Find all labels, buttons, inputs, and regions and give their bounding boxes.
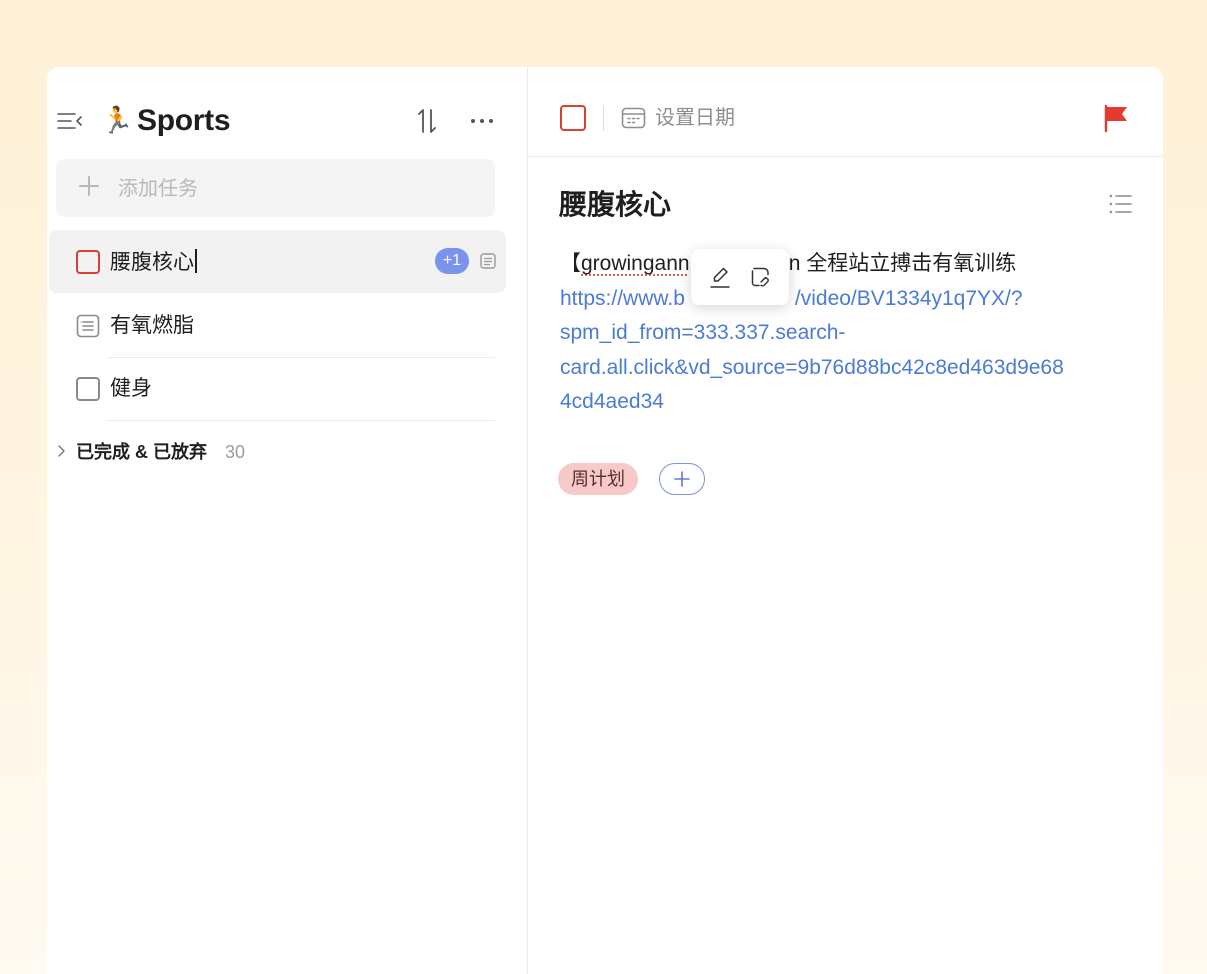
more-icon[interactable] [468, 109, 496, 133]
add-tag-button[interactable] [659, 463, 705, 495]
task-item[interactable]: 有氧燃脂 [49, 294, 506, 358]
plus-icon [674, 471, 690, 487]
list-header: 🏃 Sports [47, 67, 527, 159]
add-task-placeholder: 添加任务 [118, 178, 198, 200]
menu-icon[interactable] [57, 111, 83, 131]
completed-label: 已完成 & 已放弃 [76, 442, 208, 462]
task-name: 有氧燃脂 [110, 314, 194, 337]
link-popover [691, 249, 789, 305]
text-caret [195, 249, 197, 273]
link-part: /video/BV1334y1q7YX/? [794, 286, 1023, 310]
description-first-line: 【growingann )min 全程站立搏击有氧训练 [560, 247, 1135, 282]
list-title: Sports [137, 104, 231, 137]
divider [108, 420, 495, 421]
divider [603, 105, 604, 131]
link-part: card.all.click&vd_source=9b76d88bc42c8ed… [560, 355, 1064, 379]
desc-bracket: 【 [560, 252, 581, 275]
task-title[interactable]: 腰腹核心 [559, 187, 671, 223]
completed-count: 30 [225, 442, 246, 462]
desc-text-start: growingann [581, 252, 690, 275]
flag-icon[interactable] [1102, 103, 1130, 133]
task-checkbox[interactable] [76, 250, 100, 274]
task-checkbox[interactable] [76, 377, 100, 401]
note-icon [480, 253, 496, 269]
task-detail-pane: 设置日期 腰腹核心 【growingann )min 全程站立搏击有氧训练 htt… [528, 67, 1163, 974]
task-name-input[interactable]: 腰腹核心 [110, 249, 197, 276]
description-link[interactable]: https://www.b/video/BV1334y1q7YX/? spm_id… [560, 282, 1135, 420]
task-name: 健身 [110, 377, 152, 400]
task-name-text: 腰腹核心 [110, 251, 194, 274]
detail-task-checkbox[interactable] [560, 105, 586, 131]
desc-text-end: )min 全程站立搏击有氧训练 [759, 252, 1017, 275]
tag-chip[interactable]: 周计划 [558, 463, 638, 495]
task-item[interactable]: 健身 [49, 357, 506, 421]
link-part: 4cd4aed34 [560, 390, 664, 413]
task-item-selected[interactable]: 腰腹核心 +1 [49, 230, 506, 293]
list-emoji-icon: 🏃 [101, 105, 134, 135]
link-part: https://www.b [560, 286, 685, 310]
subtask-badge: +1 [435, 248, 469, 274]
chevron-right-icon [58, 445, 65, 457]
link-part: spm_id_from=333.337.search- [560, 321, 846, 344]
task-description[interactable]: 【growingann )min 全程站立搏击有氧训练 https://www.b… [560, 247, 1135, 420]
plus-icon [79, 176, 99, 196]
sort-icon[interactable] [415, 107, 439, 135]
app-window: 🏃 Sports 添加任务 腰腹核心 +1 有氧燃脂 健身 已完成 & 已放弃 … [47, 67, 1163, 974]
add-task-input[interactable]: 添加任务 [56, 159, 495, 217]
set-date-label: 设置日期 [655, 107, 735, 129]
edit-icon[interactable] [709, 265, 731, 289]
unlink-icon[interactable] [749, 265, 773, 289]
note-checkbox-icon[interactable] [76, 314, 100, 338]
detail-toolbar: 设置日期 [528, 67, 1163, 157]
list-icon[interactable] [1108, 192, 1132, 216]
calendar-icon [621, 107, 646, 129]
task-list-pane: 🏃 Sports 添加任务 腰腹核心 +1 有氧燃脂 健身 已完成 & 已放弃 … [47, 67, 528, 974]
